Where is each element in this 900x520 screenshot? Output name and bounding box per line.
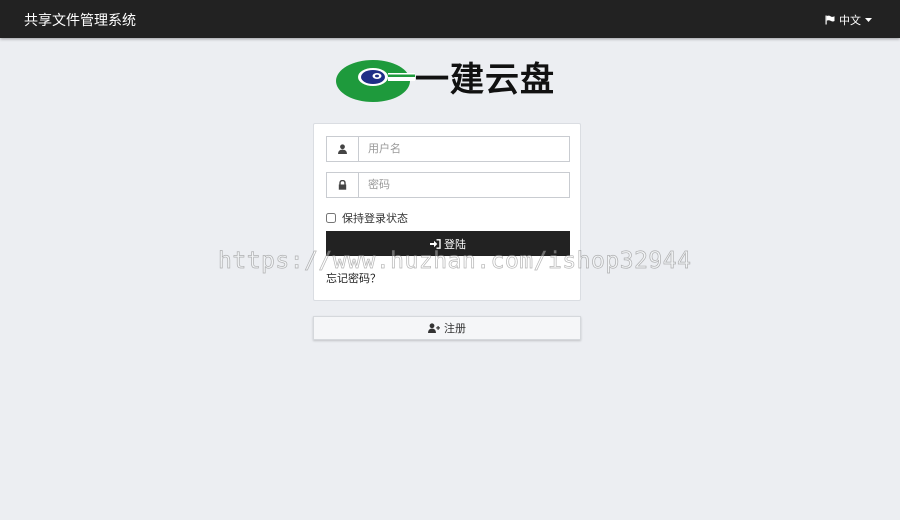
flag-icon (825, 15, 835, 25)
logo: 一建云盘 (335, 58, 565, 104)
register-button-label: 注册 (444, 323, 466, 335)
caret-down-icon (865, 17, 872, 22)
language-dropdown[interactable]: 中文 (825, 12, 872, 28)
user-icon (338, 144, 347, 154)
login-button[interactable]: 登陆 (326, 231, 570, 256)
remember-label: 保持登录状态 (342, 213, 408, 225)
app-title[interactable]: 共享文件管理系统 (24, 10, 136, 30)
username-group (326, 136, 570, 162)
language-label: 中文 (839, 15, 861, 27)
lock-icon-addon (327, 173, 359, 197)
remember-checkbox[interactable] (326, 213, 336, 223)
top-navbar: 共享文件管理系统 中文 (0, 0, 900, 38)
password-input[interactable] (359, 173, 569, 197)
username-input[interactable] (359, 137, 569, 161)
password-group (326, 172, 570, 198)
login-button-label: 登陆 (444, 238, 466, 251)
remember-me[interactable]: 保持登录状态 (326, 210, 408, 226)
logo-text: 一建云盘 (415, 60, 555, 100)
login-panel: 保持登录状态 登陆 忘记密码？ (313, 123, 581, 301)
register-button[interactable]: 注册 (313, 316, 581, 340)
user-icon-addon (327, 137, 359, 161)
sign-in-icon (430, 238, 441, 249)
forgot-password-link[interactable]: 忘记密码？ (326, 270, 381, 286)
lock-icon (338, 180, 347, 190)
disc-logo-icon (336, 60, 415, 102)
user-plus-icon (428, 323, 440, 333)
